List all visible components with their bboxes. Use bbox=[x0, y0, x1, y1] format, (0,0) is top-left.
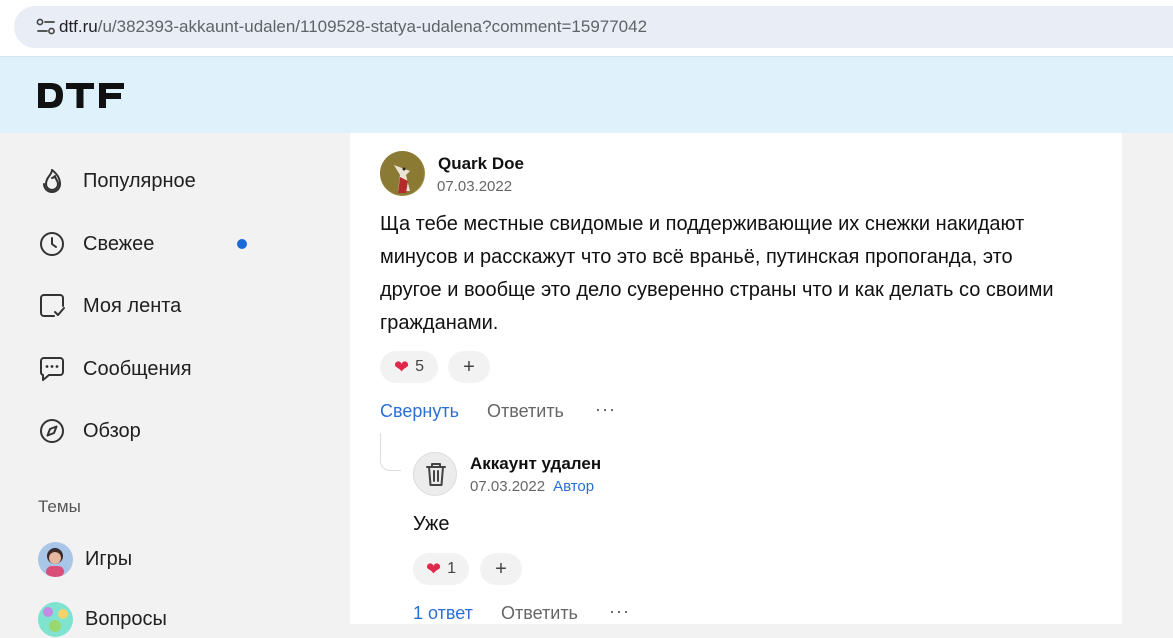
comment-date-line: 07.03.2022 Автор bbox=[470, 478, 594, 495]
sidebar-item-label: Свежее bbox=[83, 232, 155, 255]
sidebar-item-messages[interactable]: Сообщения bbox=[38, 351, 192, 387]
sidebar: Популярное Свежее Моя лента Сообщения Об… bbox=[0, 133, 350, 637]
topics-heading: Темы bbox=[38, 497, 81, 516]
reaction-count: 1 bbox=[447, 560, 456, 577]
topic-item-games[interactable]: Игры bbox=[38, 540, 132, 578]
deleted-user-avatar[interactable] bbox=[413, 452, 457, 496]
dtf-logo[interactable] bbox=[37, 81, 127, 111]
comment-author[interactable]: Аккаунт удален bbox=[470, 454, 601, 474]
reply-button[interactable]: Ответить bbox=[487, 401, 564, 422]
comment-reply: Аккаунт удален 07.03.2022 Автор Уже ❤ 1 +… bbox=[350, 433, 1122, 624]
url-domain: dtf.ru bbox=[59, 17, 98, 36]
url-path: /u/382393-akkaunt-udalen/1109528-statya-… bbox=[97, 17, 648, 36]
more-options-icon[interactable]: ··· bbox=[595, 399, 616, 420]
compass-icon bbox=[40, 419, 64, 443]
reaction-button[interactable]: ❤ 5 bbox=[380, 351, 438, 383]
topic-avatar bbox=[38, 601, 73, 637]
user-avatar[interactable] bbox=[380, 151, 425, 196]
topic-label: Игры bbox=[85, 547, 133, 570]
comment-text: Уже bbox=[413, 513, 450, 535]
comment-author[interactable]: Quark Doe bbox=[438, 154, 524, 174]
topic-item-questions[interactable]: Вопросы bbox=[38, 600, 167, 638]
feed-icon bbox=[40, 294, 65, 317]
heart-icon: ❤ bbox=[426, 558, 442, 579]
topic-avatar bbox=[38, 541, 73, 577]
sidebar-item-label: Моя лента bbox=[83, 294, 182, 317]
sidebar-item-label: Популярное bbox=[83, 169, 196, 192]
reaction-button[interactable]: ❤ 1 bbox=[413, 553, 469, 585]
sidebar-item-label: Обзор bbox=[83, 419, 141, 442]
more-options-icon[interactable]: ··· bbox=[609, 601, 630, 622]
reaction-count: 5 bbox=[415, 358, 424, 375]
reply-button[interactable]: Ответить bbox=[501, 603, 578, 624]
tune-icon[interactable] bbox=[36, 18, 56, 36]
address-bar[interactable]: dtf.ru/u/382393-akkaunt-udalen/1109528-s… bbox=[14, 6, 1173, 48]
browser-toolbar: dtf.ru/u/382393-akkaunt-udalen/1109528-s… bbox=[0, 0, 1173, 56]
url-text[interactable]: dtf.ru/u/382393-akkaunt-udalen/1109528-s… bbox=[59, 17, 647, 37]
comment: Quark Doe 07.03.2022 Ща тебе местные сви… bbox=[350, 133, 1122, 433]
collapse-button[interactable]: Свернуть bbox=[380, 401, 459, 422]
comment-date[interactable]: 07.03.2022 bbox=[437, 178, 512, 195]
comments-panel: Quark Doe 07.03.2022 Ща тебе местные сви… bbox=[350, 133, 1122, 624]
heart-icon: ❤ bbox=[394, 356, 410, 377]
chat-icon bbox=[40, 357, 64, 381]
clock-icon bbox=[40, 232, 64, 256]
topic-label: Вопросы bbox=[85, 607, 167, 630]
flame-icon bbox=[43, 169, 62, 193]
sidebar-item-explore[interactable]: Обзор bbox=[38, 413, 141, 449]
show-replies-button[interactable]: 1 ответ bbox=[413, 603, 473, 624]
sidebar-item-label: Сообщения bbox=[83, 357, 192, 380]
add-reaction-button[interactable]: + bbox=[480, 553, 522, 585]
trash-icon bbox=[426, 463, 446, 486]
author-badge: Автор bbox=[553, 478, 595, 495]
comment-date[interactable]: 07.03.2022 bbox=[470, 478, 545, 495]
add-reaction-button[interactable]: + bbox=[448, 351, 490, 383]
sidebar-item-popular[interactable]: Популярное bbox=[38, 163, 196, 199]
sidebar-item-my-feed[interactable]: Моя лента bbox=[38, 288, 181, 324]
site-header bbox=[0, 56, 1173, 133]
sidebar-item-fresh[interactable]: Свежее bbox=[38, 226, 154, 262]
comment-text: Ща тебе местные свидомые и поддерживающи… bbox=[380, 213, 1054, 334]
new-indicator-dot bbox=[237, 239, 247, 249]
